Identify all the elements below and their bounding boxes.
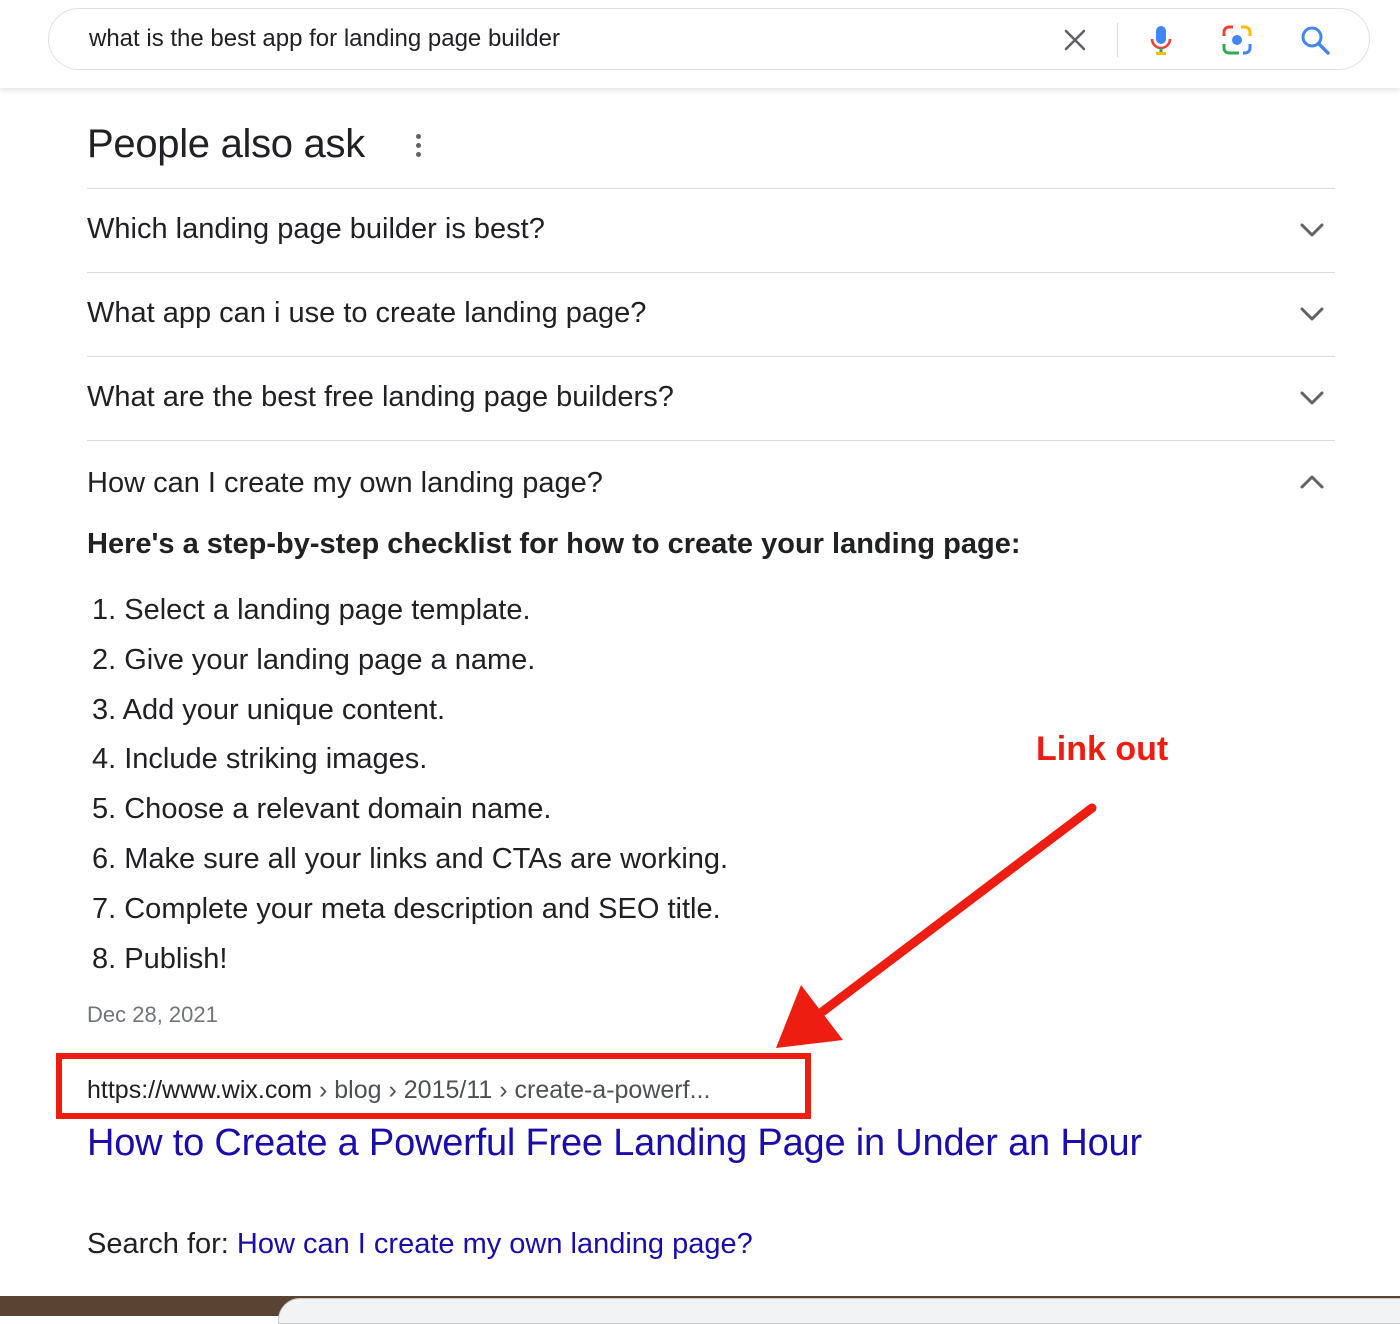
question-label: What app can i use to create landing pag… [87, 297, 647, 329]
search-for: Search for: How can I create my own land… [87, 1228, 753, 1261]
answer-steps-list: 1. Select a landing page template. 2. Gi… [92, 590, 728, 988]
paa-title: People also ask [87, 122, 365, 166]
search-for-link[interactable]: How can I create my own landing page? [237, 1228, 753, 1260]
list-item: 5. Choose a relevant domain name. [92, 793, 552, 826]
search-header: what is the best app for landing page bu… [0, 0, 1400, 88]
paa-question-4[interactable]: How can I create my own landing page? [87, 441, 1335, 525]
search-divider [1117, 23, 1118, 57]
chevron-down-icon [1295, 213, 1329, 247]
list-item: 3. Add your unique content. [92, 693, 446, 726]
question-label: How can I create my own landing page? [87, 467, 603, 499]
paa-question-3[interactable]: What are the best free landing page buil… [87, 357, 1335, 441]
search-input[interactable]: what is the best app for landing page bu… [89, 25, 560, 53]
list-item: 8. Publish! [92, 942, 228, 975]
annotation-label: Link out [1036, 730, 1169, 768]
window-edge [278, 1298, 1400, 1324]
search-icon[interactable] [1297, 22, 1333, 58]
more-vert-icon[interactable] [406, 130, 430, 162]
answer-date: Dec 28, 2021 [87, 1002, 218, 1027]
chevron-up-icon [1295, 465, 1329, 499]
answer-heading: Here's a step-by-step checklist for how … [87, 528, 1021, 560]
chevron-down-icon [1295, 381, 1329, 415]
paa-question-2[interactable]: What app can i use to create landing pag… [87, 273, 1335, 357]
mic-icon[interactable] [1143, 22, 1179, 58]
annotation-highlight-box [56, 1053, 811, 1119]
list-item: 4. Include striking images. [92, 743, 428, 776]
chevron-down-icon [1295, 297, 1329, 331]
close-icon[interactable] [1057, 22, 1093, 58]
question-label: What are the best free landing page buil… [87, 381, 674, 413]
list-item: 1. Select a landing page template. [92, 594, 531, 626]
paa-question-1[interactable]: Which landing page builder is best? [87, 189, 1335, 273]
list-item: 7. Complete your meta description and SE… [92, 892, 721, 925]
search-box[interactable]: what is the best app for landing page bu… [48, 8, 1370, 70]
search-for-label: Search for: [87, 1228, 237, 1260]
list-item: 6. Make sure all your links and CTAs are… [92, 842, 729, 875]
question-label: Which landing page builder is best? [87, 213, 545, 245]
result-title-link[interactable]: How to Create a Powerful Free Landing Pa… [87, 1122, 1142, 1165]
list-item: 2. Give your landing page a name. [92, 643, 536, 676]
lens-icon[interactable] [1219, 22, 1255, 58]
